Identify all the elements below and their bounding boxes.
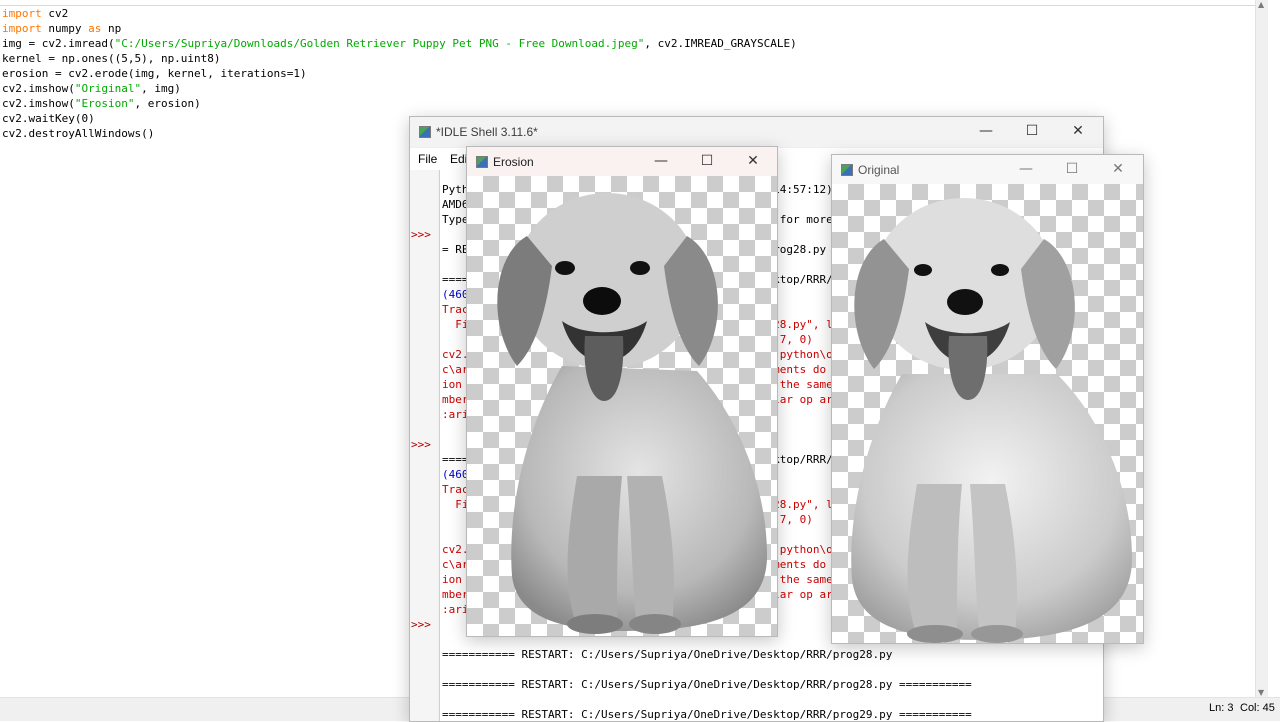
erosion-image [467,176,777,636]
code-line[interactable]: import numpy as np [2,21,797,36]
close-icon[interactable]: ✕ [730,147,776,175]
maximize-icon[interactable]: ☐ [1009,117,1055,145]
code-string: "Erosion" [74,97,135,110]
code-text: numpy [41,22,89,35]
status-line: Ln: 3 [1209,702,1234,714]
original-image [832,184,1143,643]
maximize-icon[interactable]: ☐ [1049,155,1095,183]
maximize-icon[interactable]: ☐ [684,147,730,175]
puppy-eroded-image [497,193,767,634]
code-text: , img) [141,82,181,95]
erosion-window[interactable]: Erosion — ☐ ✕ [466,146,778,637]
code-text: kernel = np.ones((5,5), np.uint8) [2,52,221,65]
opencv-window-icon [476,155,488,168]
shell-prompt: >>> [411,228,431,241]
erosion-titlebar[interactable]: Erosion — ☐ ✕ [467,147,777,176]
code-text: cv2 [41,7,69,20]
original-titlebar[interactable]: Original — ☐ ✕ [832,155,1143,184]
code-text: cv2.imshow( [2,82,75,95]
code-text: cv2.destroyAllWindows() [2,127,155,140]
puppy-original-image [851,198,1132,643]
code-text: , erosion) [134,97,201,110]
code-keyword: import [2,22,42,35]
shell-output-line: =========== RESTART: C:/Users/Supriya/On… [442,648,893,661]
code-text: , cv2.IMREAD_GRAYSCALE) [644,37,797,50]
scroll-down-icon[interactable]: ▼ [1258,688,1264,697]
shell-output-line: =========== RESTART: C:/Users/Supriya/On… [442,678,972,691]
code-keyword: as [88,22,102,35]
code-line[interactable]: cv2.imshow("Original", img) [2,81,797,96]
opencv-window-icon [841,163,853,176]
code-text: cv2.waitKey(0) [2,112,95,125]
code-line[interactable]: img = cv2.imread("C:/Users/Supriya/Downl… [2,36,797,51]
shell-output-line: =========== RESTART: C:/Users/Supriya/On… [442,708,972,721]
code-line[interactable]: import cv2 [2,6,797,21]
erosion-title: Erosion [493,154,534,169]
code-string: "Original" [74,82,142,95]
code-line[interactable]: kernel = np.ones((5,5), np.uint8) [2,51,797,66]
editor-scrollbar[interactable]: ▲ ▼ [1255,0,1268,697]
scroll-up-icon[interactable]: ▲ [1258,0,1264,9]
code-keyword: import [2,7,42,20]
status-col: Col: 45 [1240,702,1275,714]
original-window[interactable]: Original — ☐ ✕ [831,154,1144,644]
python-app-icon [419,126,431,138]
code-text: np [101,22,122,35]
minimize-icon[interactable]: — [1003,155,1049,183]
minimize-icon[interactable]: — [963,117,1009,145]
code-text: cv2.imshow( [2,97,75,110]
shell-prompt-gutter: >>> >>> >>> [410,170,438,721]
code-string: "C:/Users/Supriya/Downloads/Golden Retri… [114,37,645,50]
menu-file[interactable]: File [418,152,437,166]
shell-prompt: >>> [411,618,431,631]
shell-titlebar[interactable]: *IDLE Shell 3.11.6* — ☐ ✕ [410,117,1103,147]
close-icon[interactable]: ✕ [1095,155,1141,183]
close-icon[interactable]: ✕ [1055,117,1101,145]
code-line[interactable]: cv2.imshow("Erosion", erosion) [2,96,797,111]
code-text: img = cv2.imread( [2,37,115,50]
original-title: Original [858,162,900,177]
minimize-icon[interactable]: — [638,147,684,175]
shell-prompt: >>> [411,438,431,451]
code-text: erosion = cv2.erode(img, kernel, iterati… [2,67,307,80]
code-line[interactable]: erosion = cv2.erode(img, kernel, iterati… [2,66,797,81]
shell-title: *IDLE Shell 3.11.6* [436,125,538,139]
